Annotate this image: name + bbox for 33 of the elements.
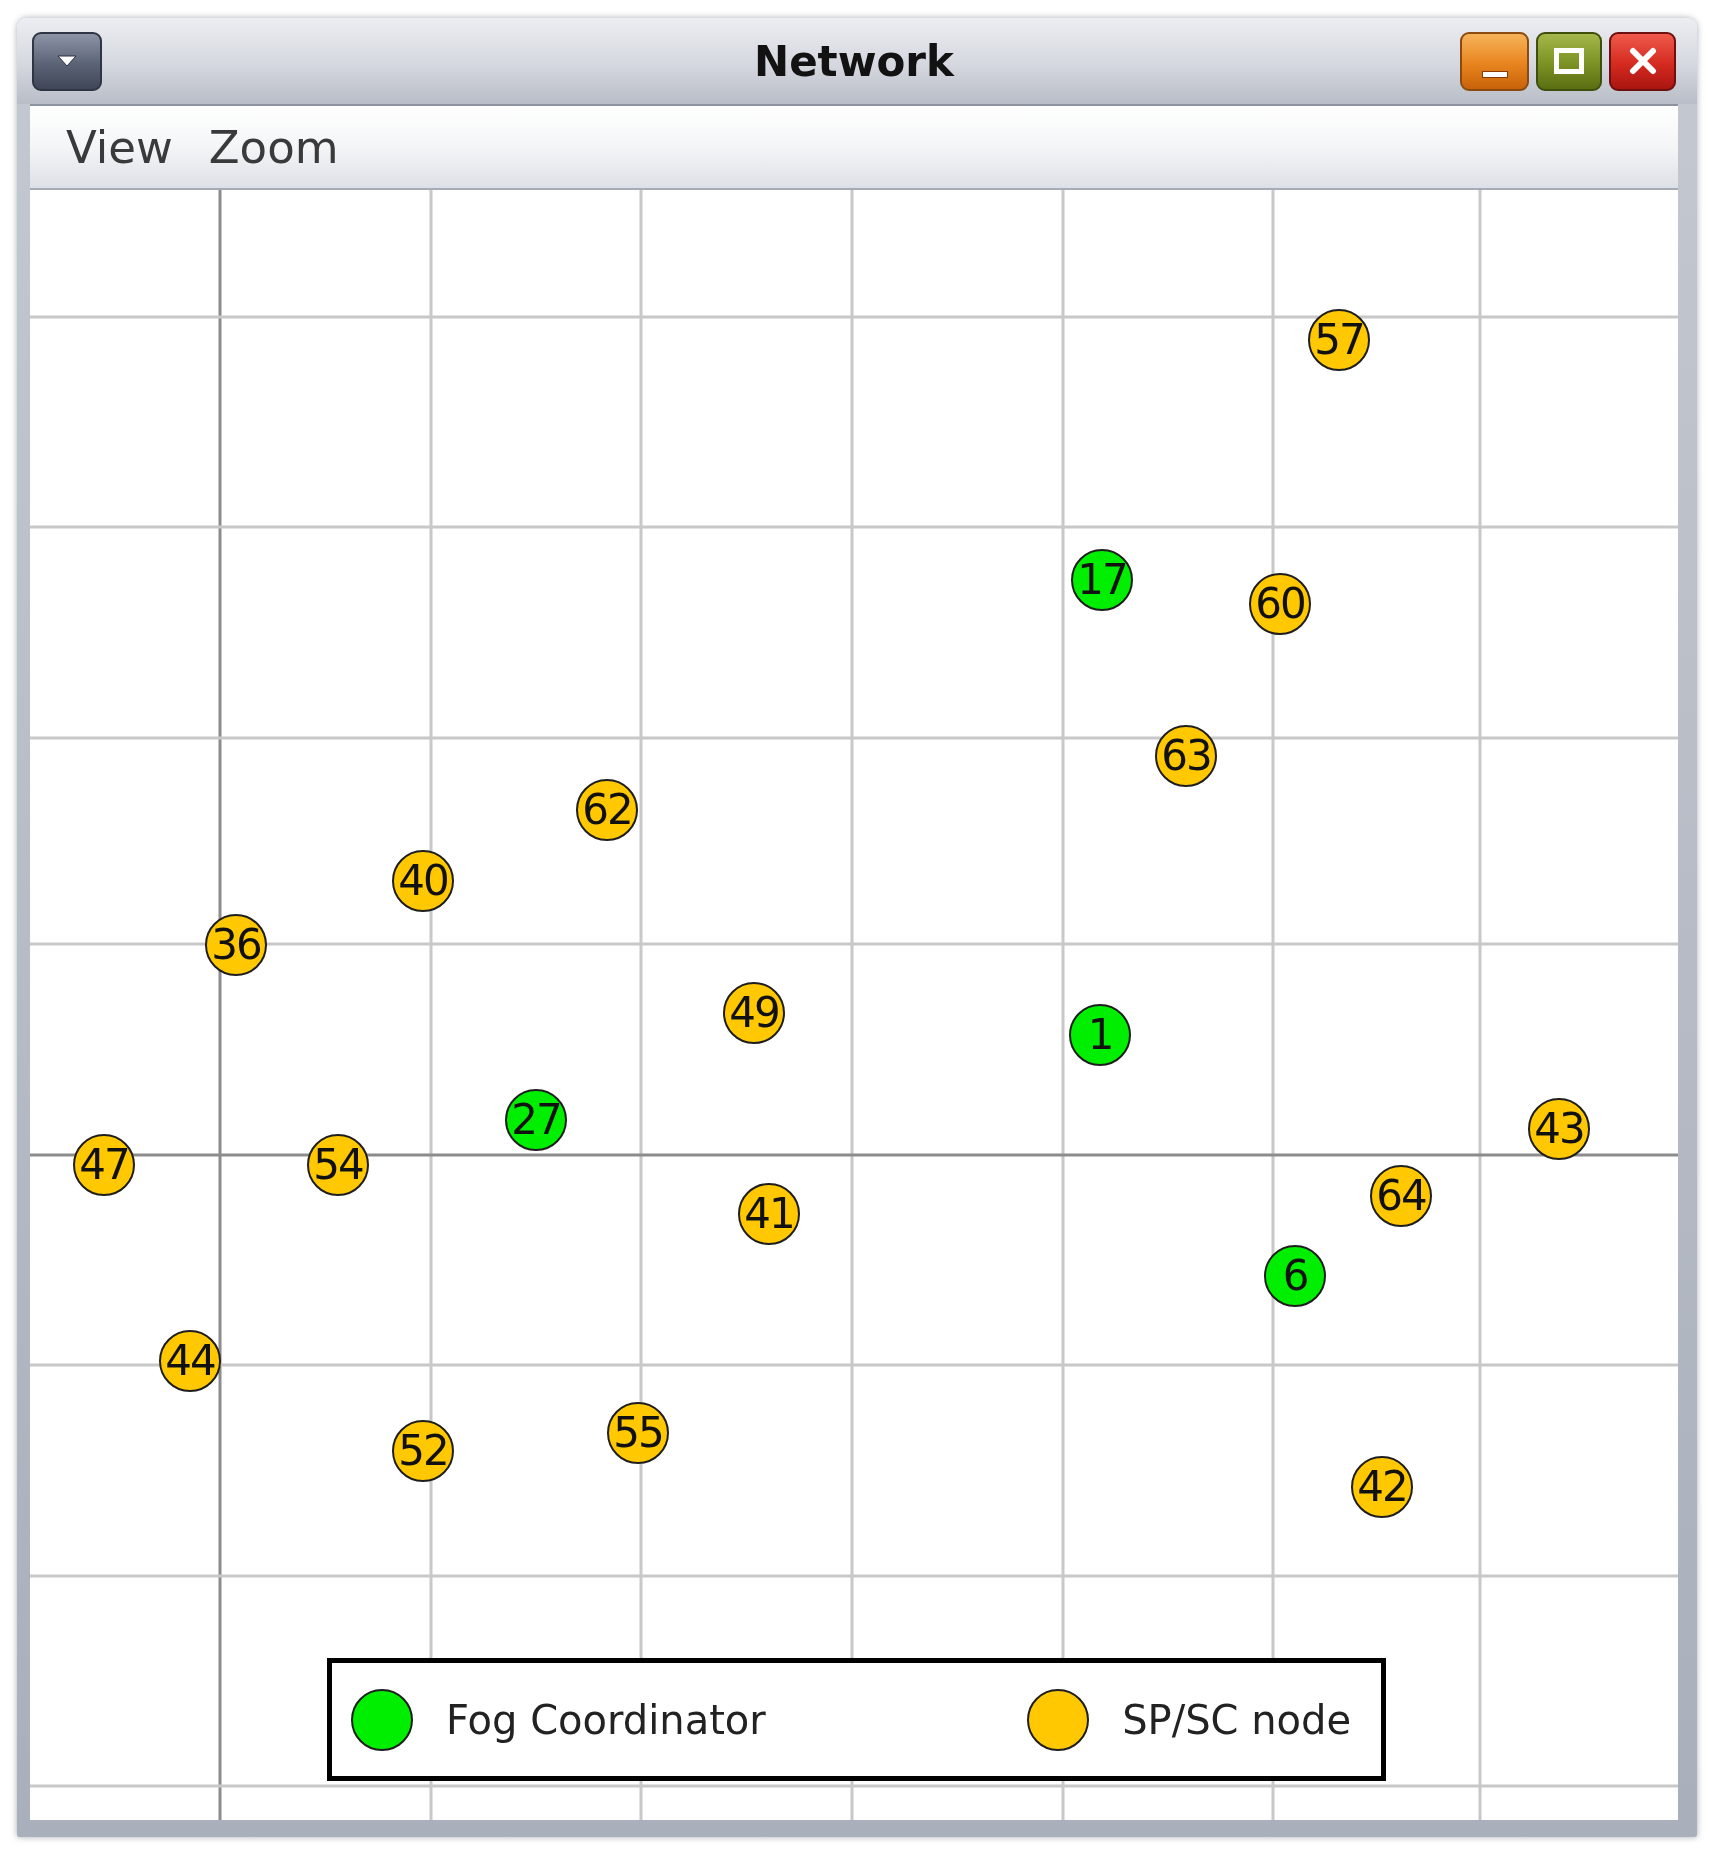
network-node: 64: [1370, 1165, 1432, 1227]
legend-label: Fog Coordinator: [446, 1696, 766, 1743]
menu-item[interactable]: View: [66, 120, 173, 174]
network-node: 49: [723, 982, 785, 1044]
network-node: 41: [738, 1183, 800, 1245]
network-node: 47: [73, 1134, 135, 1196]
network-node: 43: [1528, 1098, 1590, 1160]
window-menu-button[interactable]: [32, 31, 102, 91]
network-node: 36: [205, 914, 267, 976]
network-node: 60: [1249, 573, 1311, 635]
network-node: 55: [607, 1402, 669, 1464]
legend-label: SP/SC node: [1122, 1696, 1351, 1743]
network-node: 40: [392, 850, 454, 912]
minimize-button[interactable]: [1460, 31, 1529, 91]
window-title: Network: [754, 36, 954, 86]
caret-icon: [57, 55, 77, 67]
close-button[interactable]: [1609, 31, 1676, 91]
network-node: 6: [1264, 1245, 1326, 1307]
maximize-button[interactable]: [1536, 31, 1602, 91]
network-node: 44: [159, 1330, 221, 1392]
menu-item[interactable]: Zoom: [208, 120, 339, 174]
network-node: 27: [505, 1089, 567, 1151]
network-node: 17: [1071, 549, 1133, 611]
minimize-icon: [1481, 70, 1508, 78]
close-icon: [1628, 47, 1657, 75]
maximize-icon: [1554, 48, 1584, 74]
network-node: 1: [1069, 1004, 1131, 1066]
network-node: 54: [307, 1134, 369, 1196]
network-node: 42: [1351, 1456, 1413, 1518]
network-node: 63: [1155, 725, 1217, 787]
network-node: 57: [1308, 309, 1370, 371]
network-node: 62: [576, 779, 638, 841]
network-node: 52: [392, 1420, 454, 1482]
